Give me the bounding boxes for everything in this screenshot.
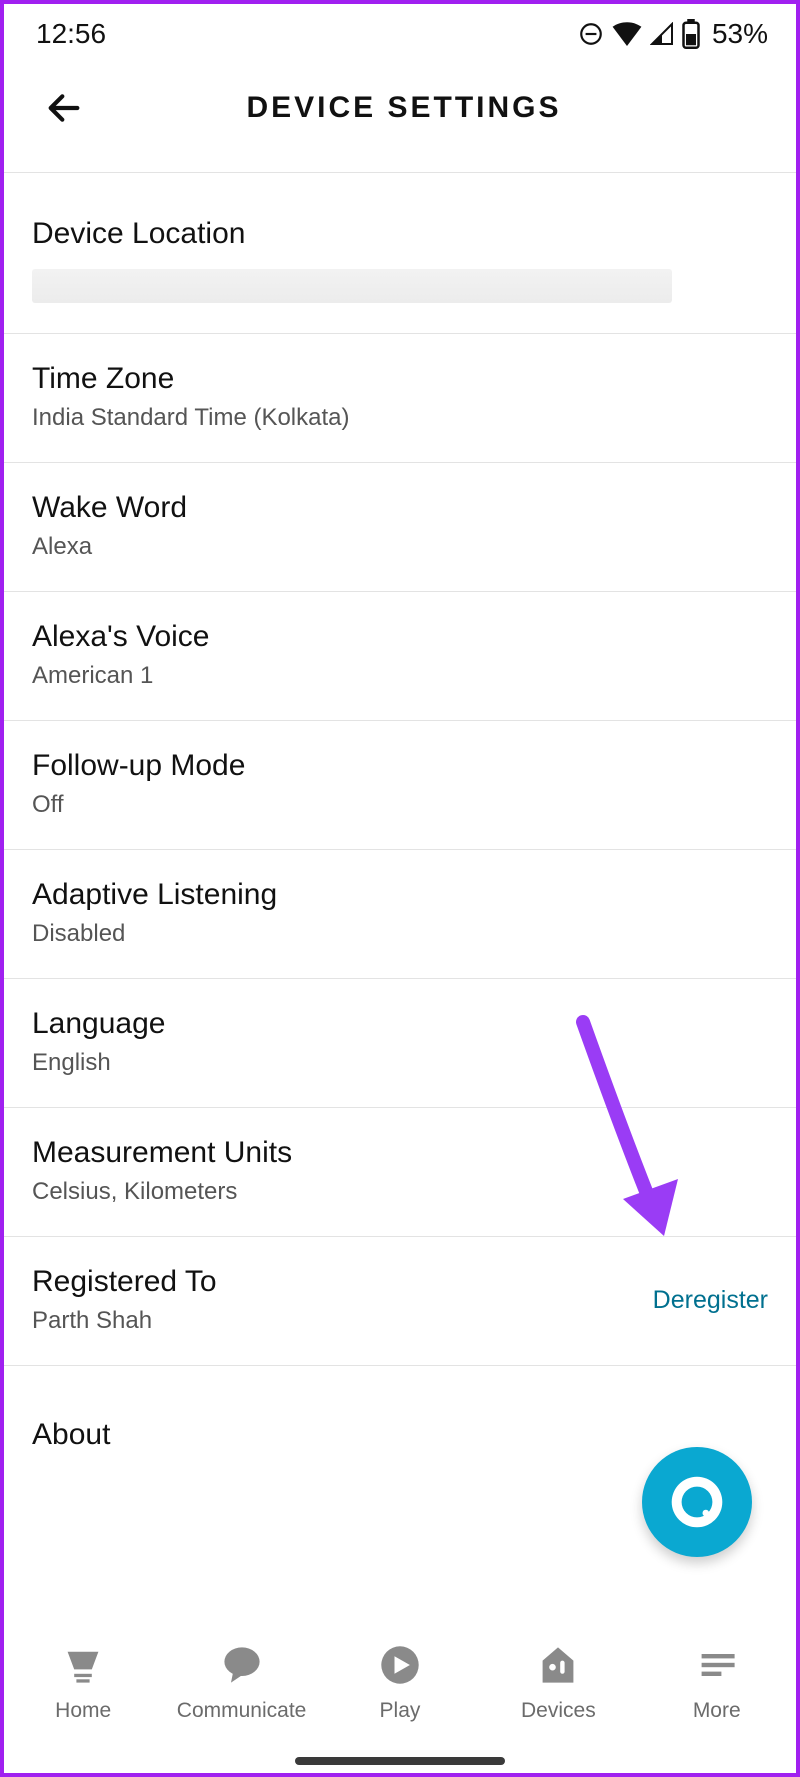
row-time-zone[interactable]: Time Zone India Standard Time (Kolkata) bbox=[4, 333, 796, 462]
value-adaptive-listening: Disabled bbox=[32, 920, 277, 948]
nav-devices-label: Devices bbox=[521, 1699, 596, 1723]
row-measurement-units[interactable]: Measurement Units Celsius, Kilometers bbox=[4, 1107, 796, 1236]
row-language[interactable]: Language English bbox=[4, 978, 796, 1107]
label-adaptive-listening: Adaptive Listening bbox=[32, 878, 277, 912]
nav-communicate-label: Communicate bbox=[177, 1699, 307, 1723]
bottom-nav: Home Communicate Play Devices More bbox=[4, 1623, 796, 1773]
status-time: 12:56 bbox=[36, 18, 106, 50]
value-measurement-units: Celsius, Kilometers bbox=[32, 1178, 292, 1206]
nav-home[interactable]: Home bbox=[8, 1641, 158, 1723]
settings-list: Device Location Time Zone India Standard… bbox=[4, 172, 796, 1492]
wifi-icon bbox=[612, 22, 642, 46]
row-wake-word[interactable]: Wake Word Alexa bbox=[4, 462, 796, 591]
value-registered-to: Parth Shah bbox=[32, 1307, 217, 1335]
row-adaptive-listening[interactable]: Adaptive Listening Disabled bbox=[4, 849, 796, 978]
battery-percent: 53% bbox=[712, 18, 768, 50]
cellular-icon bbox=[650, 22, 674, 46]
screen: 12:56 53% DEVICE SETTINGS Device Locatio… bbox=[0, 0, 800, 1777]
label-measurement-units: Measurement Units bbox=[32, 1136, 292, 1170]
more-icon bbox=[693, 1641, 741, 1689]
label-wake-word: Wake Word bbox=[32, 491, 187, 525]
nav-play-label: Play bbox=[380, 1699, 421, 1723]
battery-icon bbox=[682, 19, 700, 49]
row-follow-up[interactable]: Follow-up Mode Off bbox=[4, 720, 796, 849]
value-alexa-voice: American 1 bbox=[32, 662, 210, 690]
value-language: English bbox=[32, 1049, 165, 1077]
label-registered-to: Registered To bbox=[32, 1265, 217, 1299]
label-device-location: Device Location bbox=[32, 217, 672, 251]
label-language: Language bbox=[32, 1007, 165, 1041]
devices-icon bbox=[534, 1641, 582, 1689]
app-header: DEVICE SETTINGS bbox=[4, 54, 796, 172]
nav-communicate[interactable]: Communicate bbox=[167, 1641, 317, 1723]
gesture-bar bbox=[295, 1757, 505, 1765]
label-follow-up: Follow-up Mode bbox=[32, 749, 245, 783]
row-device-location[interactable]: Device Location bbox=[4, 172, 796, 333]
label-alexa-voice: Alexa's Voice bbox=[32, 620, 210, 654]
communicate-icon bbox=[218, 1641, 266, 1689]
label-about: About bbox=[32, 1418, 110, 1451]
status-icons: 53% bbox=[578, 18, 768, 50]
status-bar: 12:56 53% bbox=[4, 4, 796, 54]
label-time-zone: Time Zone bbox=[32, 362, 350, 396]
play-icon bbox=[376, 1641, 424, 1689]
do-not-disturb-icon bbox=[578, 21, 604, 47]
deregister-link[interactable]: Deregister bbox=[653, 1286, 768, 1315]
nav-more[interactable]: More bbox=[642, 1641, 792, 1723]
nav-home-label: Home bbox=[55, 1699, 111, 1723]
alexa-icon bbox=[664, 1469, 730, 1535]
value-follow-up: Off bbox=[32, 791, 245, 819]
nav-devices[interactable]: Devices bbox=[483, 1641, 633, 1723]
row-registered-to[interactable]: Registered To Parth Shah Deregister bbox=[4, 1236, 796, 1365]
value-time-zone: India Standard Time (Kolkata) bbox=[32, 404, 350, 432]
alexa-fab[interactable] bbox=[642, 1447, 752, 1557]
redacted-location-value bbox=[32, 269, 672, 303]
page-title: DEVICE SETTINGS bbox=[40, 91, 768, 125]
home-icon bbox=[59, 1641, 107, 1689]
row-alexa-voice[interactable]: Alexa's Voice American 1 bbox=[4, 591, 796, 720]
nav-more-label: More bbox=[693, 1699, 741, 1723]
value-wake-word: Alexa bbox=[32, 533, 187, 561]
nav-play[interactable]: Play bbox=[325, 1641, 475, 1723]
